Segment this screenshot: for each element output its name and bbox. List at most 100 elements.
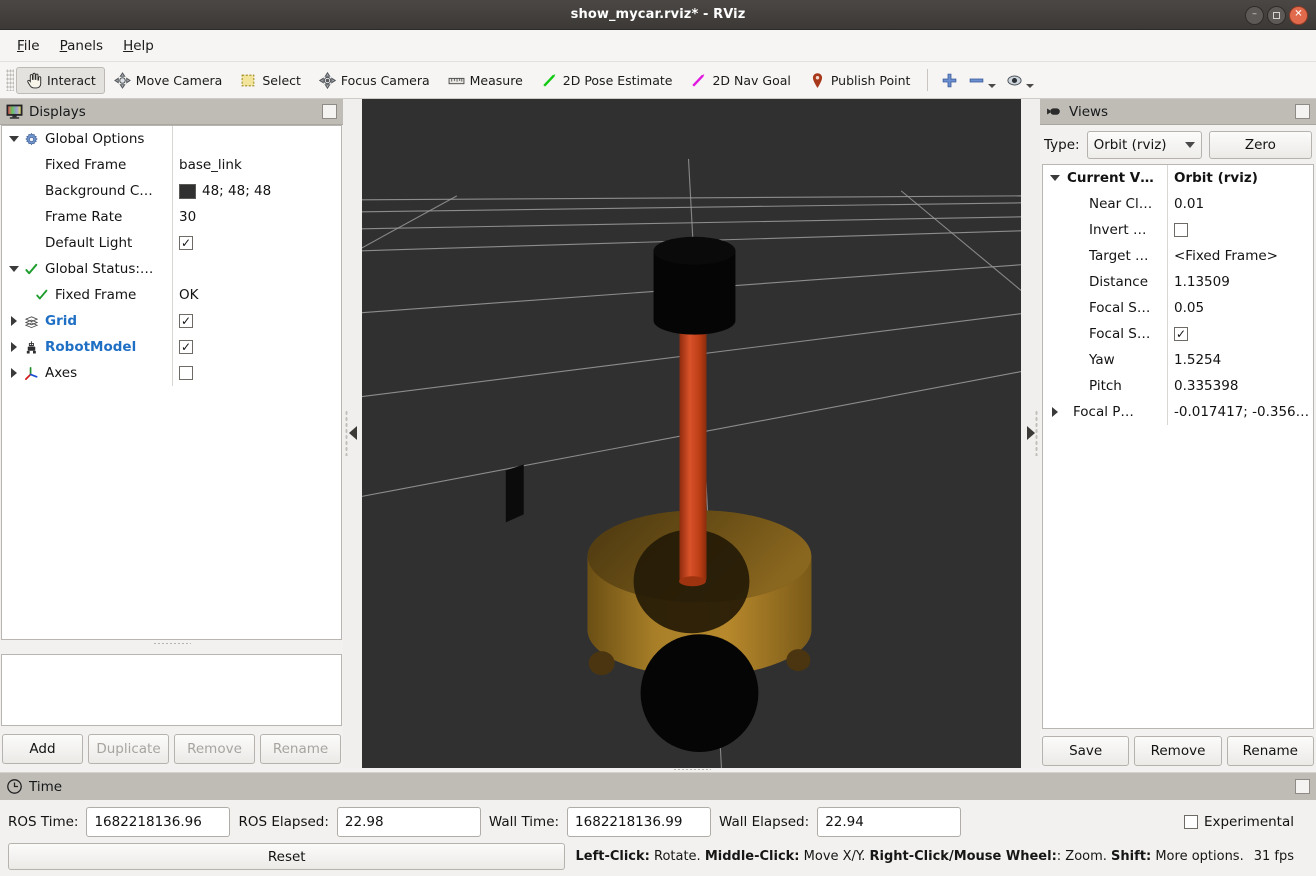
collapse-right-arrow-icon[interactable] [1026,426,1035,441]
tool-label: Select [262,72,301,88]
tree-value-background-color[interactable]: 48; 48; 48 [172,183,341,199]
menu-bar: File Panels Help [0,30,1316,62]
minimize-button[interactable]: – [1245,5,1264,25]
views-value-pitch[interactable]: 0.335398 [1167,378,1313,394]
views-row-focal-shape-fixed[interactable]: Focal S… ✓ [1043,321,1313,347]
tool-2d-pose-estimate[interactable]: 2D Pose Estimate [532,67,682,94]
displays-splitter[interactable] [0,640,343,647]
views-value-focal-shape-size[interactable]: 0.05 [1167,300,1313,316]
views-row-yaw[interactable]: Yaw 1.5254 [1043,347,1313,373]
close-button[interactable]: ✕ [1289,5,1308,25]
tool-select[interactable]: Select [231,67,310,94]
views-value-near-clip[interactable]: 0.01 [1167,196,1313,212]
twisty-expanded-icon[interactable] [6,266,22,272]
views-row-pitch[interactable]: Pitch 0.335398 [1043,373,1313,399]
rename-view-button[interactable]: Rename [1226,736,1314,766]
views-row-invert-z[interactable]: Invert … [1043,217,1313,243]
duplicate-display-button[interactable]: Duplicate [88,734,169,764]
tree-label: RobotModel [45,339,137,355]
default-light-checkbox[interactable]: ✓ [179,236,193,250]
right-splitter-handle[interactable] [1021,99,1040,768]
views-value-distance[interactable]: 1.13509 [1167,274,1313,290]
left-splitter-handle[interactable] [343,99,362,768]
window-title: show_mycar.rviz* - RViz [570,7,746,22]
add-tool-button[interactable] [936,67,963,94]
tool-publish-point[interactable]: Publish Point [800,67,920,94]
3d-viewport[interactable] [362,99,1021,768]
views-row-focal-point[interactable]: Focal P… -0.017417; -0.356… [1043,399,1313,425]
maximize-button[interactable] [1267,5,1286,25]
displays-panel-header: Displays [0,99,343,125]
clock-icon [6,778,23,795]
focus-camera-icon [318,71,336,89]
wall-time-input[interactable]: 1682218136.99 [567,807,712,837]
focal-shape-fixed-checkbox[interactable]: ✓ [1174,327,1188,341]
menu-file[interactable]: File [8,34,49,58]
rviz-application-window: show_mycar.rviz* - RViz – ✕ File Panels … [0,0,1316,876]
views-value-target-frame[interactable]: <Fixed Frame> [1167,248,1313,264]
time-float-button[interactable] [1295,779,1310,794]
twisty-collapsed-icon[interactable] [1047,407,1063,417]
column-divider [172,126,173,386]
experimental-checkbox[interactable] [1183,815,1198,829]
view-type-select[interactable]: Orbit (rviz) [1086,131,1202,159]
tree-value-fixed-frame[interactable]: base_link [172,157,341,173]
views-float-button[interactable] [1295,104,1310,119]
hint-text-4: More options. [1151,849,1244,864]
viewport-column [343,99,1040,772]
menu-help[interactable]: Help [114,34,163,58]
tool-focus-camera[interactable]: Focus Camera [310,67,439,94]
mouse-hint-text: Left-Click: Rotate. Middle-Click: Move X… [575,849,1243,864]
tool-2d-nav-goal[interactable]: 2D Nav Goal [681,67,799,94]
tool-measure[interactable]: Measure [439,67,532,94]
eye-icon [1006,72,1023,89]
add-display-button[interactable]: Add [2,734,83,764]
save-view-button[interactable]: Save [1042,736,1130,766]
remove-view-button[interactable]: Remove [1134,736,1222,766]
views-row-current-view[interactable]: Current V… Orbit (rviz) [1043,165,1313,191]
ros-time-input[interactable]: 1682218136.96 [86,807,231,837]
tool-label: Move Camera [135,72,223,88]
tool-interact[interactable]: Interact [16,66,105,94]
visibility-button[interactable] [1001,67,1039,94]
tool-move-camera[interactable]: Move Camera [105,67,232,94]
ros-elapsed-input[interactable]: 22.98 [336,807,481,837]
reset-button[interactable]: Reset [8,843,566,870]
views-label: Focal S… [1089,326,1151,342]
views-row-target-frame[interactable]: Target … <Fixed Frame> [1043,243,1313,269]
tree-label: Global Options [45,131,145,147]
remove-tool-button[interactable] [963,67,1001,94]
collapse-left-arrow-icon[interactable] [348,426,357,441]
menu-panels[interactable]: Panels [51,34,112,58]
grid-icon [22,314,41,329]
invert-z-checkbox[interactable] [1174,223,1188,237]
views-row-focal-shape-size[interactable]: Focal S… 0.05 [1043,295,1313,321]
displays-tree[interactable]: Global Options Fixed Frame base_link Bac… [1,125,342,640]
remove-display-button[interactable]: Remove [174,734,255,764]
twisty-expanded-icon[interactable] [1047,175,1063,181]
rename-display-button[interactable]: Rename [260,734,341,764]
axes-enabled-checkbox[interactable] [179,366,193,380]
twisty-collapsed-icon[interactable] [6,342,22,352]
grid-enabled-checkbox[interactable]: ✓ [179,314,193,328]
wall-elapsed-input[interactable]: 22.94 [817,807,962,837]
views-row-distance[interactable]: Distance 1.13509 [1043,269,1313,295]
twisty-collapsed-icon[interactable] [6,316,22,326]
tree-value-status: OK [179,287,199,303]
zero-view-button[interactable]: Zero [1208,131,1312,159]
robot-bolt-left [588,651,615,676]
twisty-collapsed-icon[interactable] [6,368,22,378]
magenta-arrow-icon [690,72,707,89]
twisty-expanded-icon[interactable] [6,136,22,142]
hand-cursor-icon [25,72,42,89]
tree-value-frame-rate[interactable]: 30 [172,209,341,225]
toolbar-grip[interactable] [6,69,14,91]
views-tree[interactable]: Current V… Orbit (rviz) Near Cl… 0.01 In… [1042,164,1314,729]
views-row-near-clip[interactable]: Near Cl… 0.01 [1043,191,1313,217]
displays-float-button[interactable] [322,104,337,119]
views-value-focal-point[interactable]: -0.017417; -0.356… [1167,404,1313,420]
robotmodel-enabled-checkbox[interactable]: ✓ [179,340,193,354]
time-panel: Time ROS Time: 1682218136.96 ROS Elapsed… [0,772,1316,876]
views-value-yaw[interactable]: 1.5254 [1167,352,1313,368]
experimental-toggle[interactable]: Experimental [1183,814,1308,830]
